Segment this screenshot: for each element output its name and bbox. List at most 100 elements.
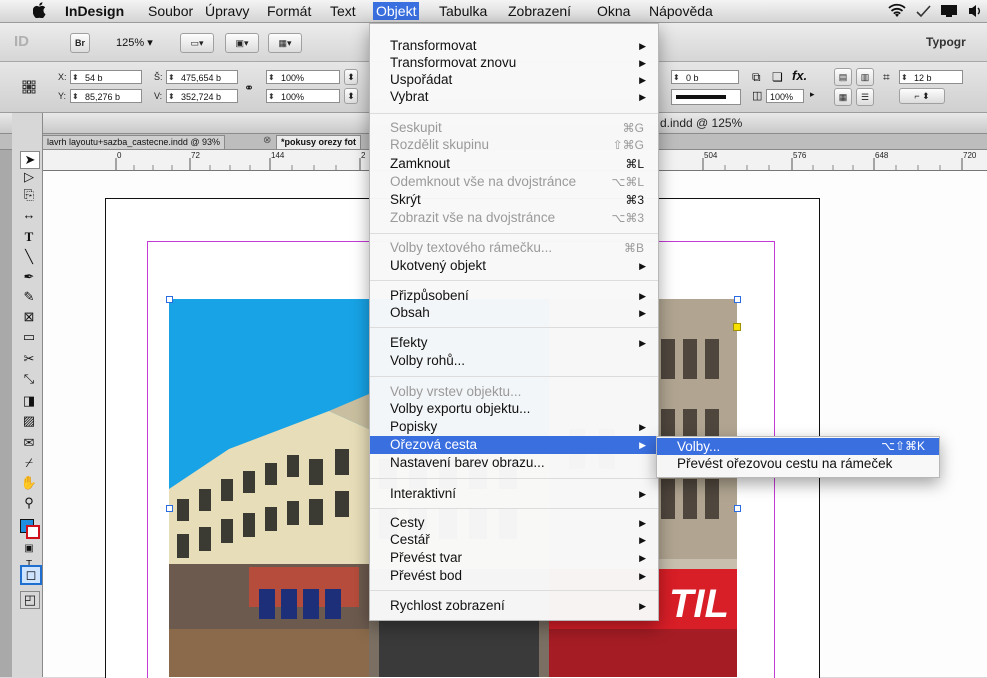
distribute-button[interactable]: ▥ bbox=[856, 68, 874, 86]
menu-napoveda[interactable]: Nápověda bbox=[646, 2, 716, 20]
display-icon[interactable] bbox=[940, 4, 958, 21]
stroke-type-dropdown[interactable] bbox=[671, 89, 741, 105]
close-tab-icon[interactable]: ⊗ bbox=[263, 135, 271, 146]
selection-handle[interactable] bbox=[166, 296, 173, 303]
page-tool-icon[interactable]: ⎘ bbox=[20, 187, 38, 203]
menu-item-seskupit[interactable]: Seskupit ⌘G bbox=[370, 120, 658, 136]
menu-item-vybrat[interactable]: Vybrat ▶ bbox=[370, 89, 658, 105]
screen-mode-button[interactable]: ▣▾ bbox=[225, 33, 259, 53]
menu-upravy[interactable]: Úpravy bbox=[202, 2, 252, 20]
menu-zobrazeni[interactable]: Zobrazení bbox=[505, 2, 574, 20]
menu-item-usporadat[interactable]: Uspořádat ▶ bbox=[370, 72, 658, 88]
submenu-item-volby[interactable]: Volby... ⌥⇧⌘K bbox=[657, 438, 939, 455]
fill-frame-icon[interactable]: ⧉ bbox=[752, 70, 761, 85]
apple-menu-icon[interactable] bbox=[30, 2, 50, 20]
scale-x-field[interactable]: ⬍ 100% bbox=[266, 70, 340, 84]
corner-options-handle[interactable] bbox=[733, 323, 741, 331]
rectangle-tool-icon[interactable]: ▭ bbox=[20, 329, 38, 345]
menu-item-ukotveny-objekt[interactable]: Ukotvený objekt ▶ bbox=[370, 258, 658, 274]
menu-item-odemknout-vse[interactable]: Odemknout vše na dvojstránce ⌥⌘L bbox=[370, 174, 658, 190]
stroke-swatch-icon[interactable] bbox=[26, 525, 40, 539]
submenu-item-prevest-orezovou-cestu[interactable]: Převést ořezovou cestu na rámeček bbox=[657, 456, 939, 472]
checkmark-status-icon[interactable] bbox=[915, 4, 931, 21]
width-field[interactable]: ⬍ 475,654 b bbox=[166, 70, 238, 84]
drop-shadow-icon[interactable]: ❏ bbox=[772, 70, 783, 84]
view-options-button[interactable]: ▭▾ bbox=[180, 33, 214, 53]
volume-icon[interactable] bbox=[967, 3, 985, 22]
text-wrap-button[interactable]: ▦ bbox=[834, 88, 852, 106]
scale-y-dropdown[interactable]: ⬍ bbox=[344, 88, 358, 104]
constrain-proportions-icon[interactable]: ⚭ bbox=[244, 81, 254, 95]
direct-selection-tool-icon[interactable]: ▷ bbox=[20, 169, 38, 185]
effects-fx-icon[interactable]: fx. bbox=[792, 68, 807, 83]
menu-item-prevest-bod[interactable]: Převést bod ▶ bbox=[370, 568, 658, 584]
align-button[interactable]: ▤ bbox=[834, 68, 852, 86]
preview-mode-icon[interactable]: ◰ bbox=[20, 591, 40, 609]
menu-item-nastaveni-barev-obrazu[interactable]: Nastavení barev obrazu... bbox=[370, 455, 658, 471]
menu-item-obsah[interactable]: Obsah ▶ bbox=[370, 305, 658, 321]
menu-item-volby-vrstev-objektu[interactable]: Volby vrstev objektu... bbox=[370, 384, 658, 400]
y-field[interactable]: ⬍ 85,276 b bbox=[70, 89, 142, 103]
height-field[interactable]: ⬍ 352,724 b bbox=[166, 89, 238, 103]
gradient-tool-icon[interactable]: ◨ bbox=[20, 393, 38, 409]
formatting-affects-container-icon[interactable]: ▣ T bbox=[20, 541, 38, 570]
menu-item-cesty[interactable]: Cesty ▶ bbox=[370, 515, 658, 531]
bridge-button[interactable]: Br bbox=[70, 33, 90, 53]
scissors-tool-icon[interactable]: ✂ bbox=[20, 351, 38, 367]
gap-tool-icon[interactable]: ↔ bbox=[20, 207, 38, 223]
selection-handle[interactable] bbox=[166, 505, 173, 512]
align-bottom-button[interactable]: ☰ bbox=[856, 88, 874, 106]
menu-okna[interactable]: Okna bbox=[594, 2, 633, 20]
menu-indesign[interactable]: InDesign bbox=[62, 2, 127, 20]
x-field[interactable]: ⬍ 54 b bbox=[70, 70, 142, 84]
menu-tabulka[interactable]: Tabulka bbox=[436, 2, 490, 20]
hand-tool-icon[interactable]: ✋ bbox=[20, 475, 38, 491]
scale-x-dropdown[interactable]: ⬍ bbox=[344, 69, 358, 85]
line-tool-icon[interactable]: ╲ bbox=[20, 249, 38, 265]
menu-item-transformovat[interactable]: Transformovat ▶ bbox=[370, 38, 658, 54]
menu-item-prevest-tvar[interactable]: Převést tvar ▶ bbox=[370, 550, 658, 566]
opacity-arrow-icon[interactable]: ▸ bbox=[810, 89, 815, 100]
scale-y-field[interactable]: ⬍ 100% bbox=[266, 89, 340, 103]
menu-item-skryt[interactable]: Skrýt ⌘3 bbox=[370, 192, 658, 208]
menu-item-volby-textoveho-ramecku[interactable]: Volby textového rámečku... ⌘B bbox=[370, 240, 658, 256]
menu-item-prizpusobeni[interactable]: Přizpůsobení ▶ bbox=[370, 288, 658, 304]
menu-item-zamknout[interactable]: Zamknout ⌘L bbox=[370, 156, 658, 172]
note-tool-icon[interactable]: ✉ bbox=[20, 435, 38, 451]
rectangle-frame-tool-icon[interactable]: ⊠ bbox=[20, 309, 38, 325]
menu-item-rozdelit-skupinu[interactable]: Rozdělit skupinu ⇧⌘G bbox=[370, 137, 658, 153]
menu-item-orezova-cesta[interactable]: Ořezová cesta ▶ bbox=[370, 436, 658, 454]
menu-item-efekty[interactable]: Efekty ▶ bbox=[370, 335, 658, 351]
corner-shape-dropdown[interactable]: ⌐ ⬍ bbox=[899, 88, 945, 104]
menu-item-cestar[interactable]: Cestář ▶ bbox=[370, 532, 658, 548]
menu-item-transformovat-znovu[interactable]: Transformovat znovu ▶ bbox=[370, 55, 658, 71]
menu-text[interactable]: Text bbox=[327, 2, 359, 20]
tab-pokusy-orezy[interactable]: *pokusy orezy fot bbox=[276, 135, 362, 149]
zoom-tool-icon[interactable]: ⚲ bbox=[20, 495, 38, 511]
stroke-weight-field[interactable]: ⬍ 0 b bbox=[671, 70, 739, 84]
menu-item-rychlost-zobrazeni[interactable]: Rychlost zobrazení ▶ bbox=[370, 598, 658, 614]
normal-view-mode-icon[interactable]: ◻ bbox=[20, 565, 42, 585]
menu-objekt[interactable]: Objekt bbox=[373, 2, 420, 20]
zoom-level[interactable]: 125% ▾ bbox=[116, 36, 153, 49]
menu-item-volby-exportu-objektu[interactable]: Volby exportu objektu... bbox=[370, 401, 658, 417]
menu-item-volby-rohu[interactable]: Volby rohů... bbox=[370, 353, 658, 369]
tab-layout-document[interactable]: lavrh layoutu+sazba_castecne.indd @ 93% bbox=[42, 135, 225, 149]
menu-item-interaktivni[interactable]: Interaktivní ▶ bbox=[370, 486, 658, 502]
menu-soubor[interactable]: Soubor bbox=[145, 2, 196, 20]
free-transform-tool-icon[interactable]: ⤡ bbox=[20, 371, 38, 387]
selection-handle[interactable] bbox=[734, 505, 741, 512]
eyedropper-tool-icon[interactable]: ⌿ bbox=[20, 455, 38, 471]
opacity-field[interactable]: 100% bbox=[766, 89, 804, 103]
wifi-icon[interactable] bbox=[888, 3, 906, 22]
pencil-tool-icon[interactable]: ✎ bbox=[20, 289, 38, 305]
arrange-documents-button[interactable]: ▦▾ bbox=[268, 33, 302, 53]
selection-handle[interactable] bbox=[734, 296, 741, 303]
workspace-switcher[interactable]: Typogr bbox=[926, 35, 966, 49]
selection-tool-icon[interactable]: ➤ bbox=[20, 151, 40, 169]
type-tool-icon[interactable]: T bbox=[20, 229, 38, 245]
corner-radius-field[interactable]: ⬍ 12 b bbox=[899, 70, 963, 84]
menu-item-zobrazit-vse[interactable]: Zobrazit vše na dvojstránce ⌥⌘3 bbox=[370, 210, 658, 226]
gradient-feather-tool-icon[interactable]: ▨ bbox=[20, 413, 38, 429]
pen-tool-icon[interactable]: ✒ bbox=[20, 269, 38, 285]
